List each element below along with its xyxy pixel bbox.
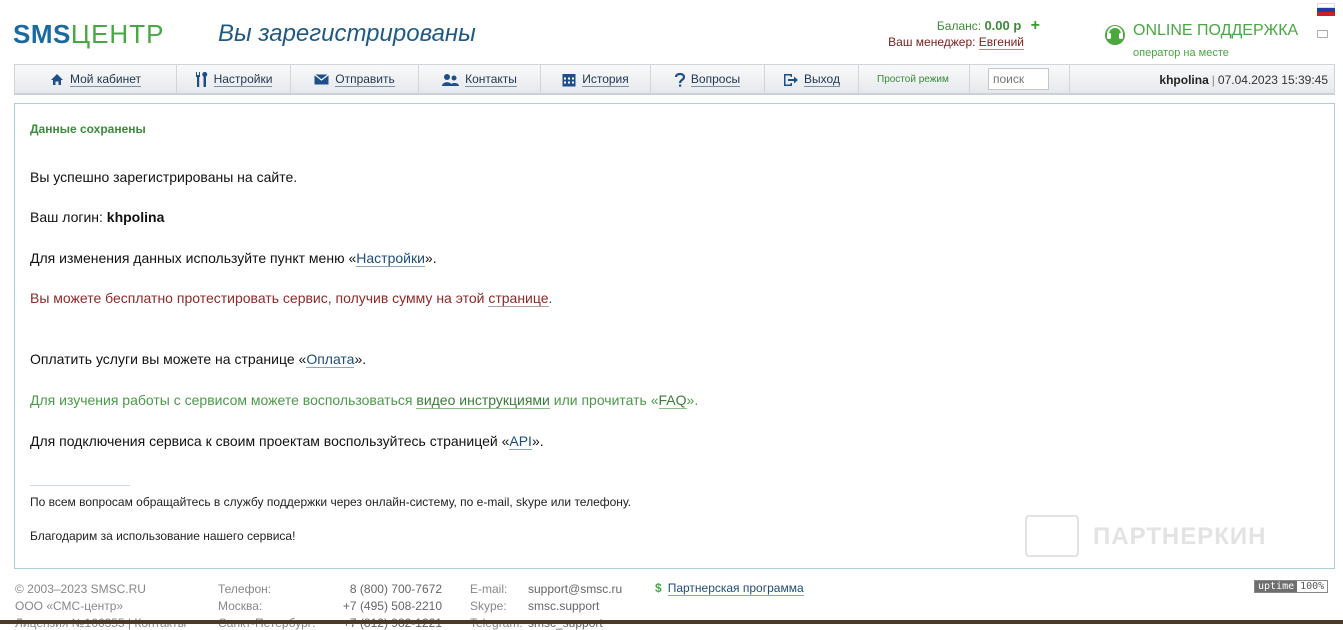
partner-program-link[interactable]: Партнерская программа <box>667 581 804 596</box>
main-menu: Мой кабинет Настройки Отправить Контакты… <box>14 64 1335 95</box>
support-title: ONLINE ПОДДЕРЖКА <box>1133 22 1299 39</box>
registered-text: Вы успешно зарегистрированы на сайте. <box>30 169 298 185</box>
settings-link[interactable]: Настройки <box>356 250 425 267</box>
payment-hint: Оплатить услуги вы можете на странице «О… <box>30 351 367 368</box>
simple-mode-link[interactable]: Простой режим <box>877 74 949 85</box>
video-instructions-link[interactable]: видео инструкциями <box>416 392 550 409</box>
menu-label: Контакты <box>465 71 517 87</box>
home-icon <box>50 74 63 85</box>
thanks-note: Благодарим за использование нашего серви… <box>30 529 296 543</box>
headset-icon <box>1105 25 1125 45</box>
faq-link[interactable]: FAQ <box>658 392 687 409</box>
email-label: E-mail: <box>470 582 508 596</box>
moscow-label: Москва: <box>218 599 263 613</box>
page-title: Вы зарегистрированы <box>218 20 476 47</box>
divider <box>30 485 130 486</box>
tools-icon <box>195 72 207 87</box>
content-panel: Данные сохранены Вы успешно зарегистриро… <box>14 103 1335 569</box>
envelope-icon <box>314 74 330 85</box>
hint-text: Для изменения данных используйте пункт м… <box>30 250 357 266</box>
exit-icon <box>784 73 799 86</box>
manager-label: Ваш менеджер: <box>888 35 976 49</box>
uptime-badge[interactable]: uptime 100% <box>1254 580 1329 593</box>
question-icon <box>674 72 685 87</box>
support-status: оператор на месте <box>1133 47 1229 59</box>
contacts-icon <box>442 74 460 86</box>
balance-value: 0.00 р <box>984 18 1022 33</box>
api-hint: Для подключения сервиса к своим проектам… <box>30 433 544 450</box>
menu-item-contacts[interactable]: Контакты <box>419 65 541 94</box>
hint-text: ». <box>531 433 544 449</box>
menu-label: История <box>582 71 629 87</box>
support-note: По всем вопросам обращайтесь в службу по… <box>30 495 632 509</box>
saved-message: Данные сохранены <box>30 122 146 136</box>
login-value: khpolina <box>106 209 165 225</box>
username[interactable]: khpolina <box>1159 73 1208 87</box>
hint-text: . <box>548 290 553 306</box>
menu-item-send[interactable]: Отправить <box>291 65 419 94</box>
manager-info: Ваш менеджер: Евгений <box>860 35 1024 50</box>
phone-value: 8 (800) 700-7672 <box>349 582 442 596</box>
user-info: khpolina | 07.04.2023 15:39:45 <box>1159 73 1328 87</box>
hint-text: ». <box>424 250 437 266</box>
menu-label: Вопросы <box>690 71 741 87</box>
mail-icon[interactable] <box>1317 30 1328 38</box>
moscow-value: +7 (495) 508-2210 <box>342 599 442 613</box>
hint-text: Для изучения работы с сервисом можете во… <box>30 392 417 408</box>
add-balance-button[interactable]: + <box>1031 17 1040 34</box>
menu-item-questions[interactable]: Вопросы <box>651 65 765 94</box>
settings-hint: Для изменения данных используйте пункт м… <box>30 250 437 267</box>
menu-item-cabinet[interactable]: Мой кабинет <box>15 65 177 94</box>
skype-value[interactable]: smsc.support <box>528 599 599 613</box>
datetime: 07.04.2023 15:39:45 <box>1217 73 1328 87</box>
balance: Баланс: 0.00 р + <box>880 17 1040 35</box>
nav-divider-2 <box>970 65 1070 94</box>
partner-program[interactable]: $ Партнерская программа <box>655 581 804 596</box>
login-line: Ваш логин: khpolina <box>30 209 164 225</box>
manager-link[interactable]: Евгений <box>978 35 1024 50</box>
logo-center: ЦЕНТР <box>70 19 165 49</box>
menu-label: Мой кабинет <box>69 71 141 87</box>
menu-item-settings[interactable]: Настройки <box>177 65 291 94</box>
free-test-hint: Вы можете бесплатно протестировать серви… <box>30 290 553 307</box>
payment-link[interactable]: Оплата <box>306 351 355 368</box>
menu-item-history[interactable]: История <box>541 65 651 94</box>
hint-text: Для подключения сервиса к своим проектам… <box>30 433 510 449</box>
phone-label: Телефон: <box>218 582 272 596</box>
menu-label: Настройки <box>213 71 273 87</box>
watermark-text: ПАРТНЕРКИН <box>1093 523 1267 550</box>
calendar-icon <box>562 73 576 86</box>
language-flag-icon[interactable] <box>1317 3 1335 16</box>
login-label: Ваш логин: <box>30 209 103 225</box>
hint-text: Оплатить услуги вы можете на странице « <box>30 351 307 367</box>
skype-label: Skype: <box>470 599 507 613</box>
footer-company: ООО «СМС-центр» <box>15 599 124 613</box>
uptime-label: uptime <box>1255 581 1298 592</box>
hint-text: ». <box>354 351 367 367</box>
email-value[interactable]: support@smsc.ru <box>528 582 622 596</box>
api-link[interactable]: API <box>509 433 532 450</box>
watermark-logo-icon <box>1025 515 1079 557</box>
hint-text: ». <box>686 392 699 408</box>
footer-copyright: © 2003–2023 SMSC.RU <box>15 582 146 596</box>
menu-label: Отправить <box>335 71 395 87</box>
learning-hint: Для изучения работы с сервисом можете во… <box>30 392 699 409</box>
balance-label: Баланс: <box>936 19 982 33</box>
hint-text: Вы можете бесплатно протестировать серви… <box>30 290 489 306</box>
free-test-page-link[interactable]: странице <box>488 290 549 307</box>
bottom-edge <box>0 620 1343 624</box>
menu-item-logout[interactable]: Выход <box>765 65 859 94</box>
hint-text: или прочитать « <box>549 392 659 408</box>
menu-label: Выход <box>804 71 840 87</box>
logo[interactable]: SMSЦЕНТР <box>13 19 164 50</box>
logo-sms: SMS <box>13 19 71 49</box>
uptime-value: 100% <box>1297 581 1328 592</box>
dollar-icon: $ <box>655 581 662 595</box>
